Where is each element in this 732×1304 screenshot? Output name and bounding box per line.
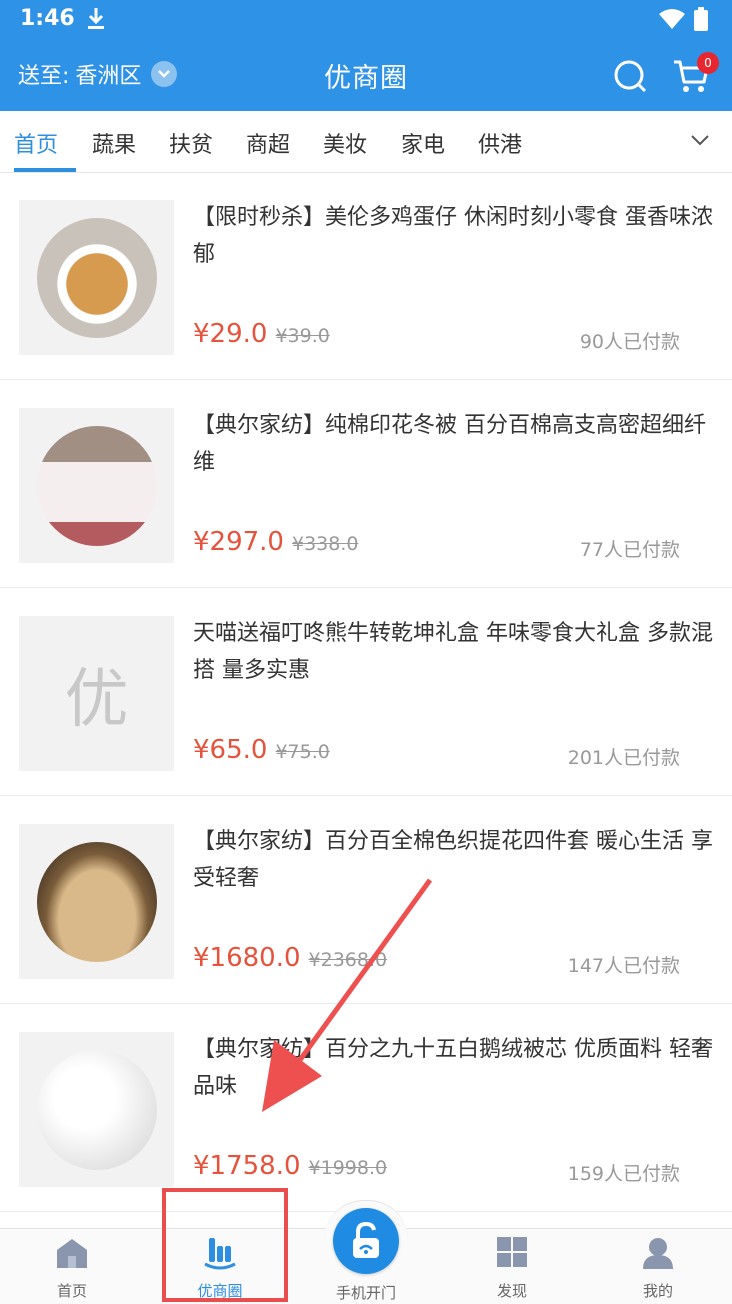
sold-count: 201人已付款 [567, 747, 680, 769]
current-price: ¥297.0 [193, 527, 284, 557]
tab-home[interactable]: 首页 [14, 127, 58, 159]
sold-count: 147人已付款 [567, 955, 680, 977]
product-card[interactable]: 【典尔家纺】百分百全棉色织提花四件套 暖心生活 享受轻奢 ¥1680.0 ¥236… [0, 797, 732, 1004]
product-price: ¥1680.0 ¥2368.0 [193, 943, 387, 973]
home-icon [57, 1239, 87, 1268]
sold-count: 77人已付款 [579, 539, 680, 561]
product-image [19, 1032, 174, 1187]
search-icon[interactable] [612, 58, 648, 94]
nav-label: 手机开门 [335, 1284, 396, 1302]
original-price: ¥1998.0 [308, 1157, 388, 1179]
battery-icon [694, 7, 708, 31]
status-time: 1:46 [20, 6, 75, 31]
product-price: ¥297.0 ¥338.0 [193, 527, 358, 557]
unlock-icon [353, 1221, 379, 1258]
product-image [19, 200, 174, 355]
chevron-down-icon[interactable] [690, 133, 710, 147]
nav-label: 发现 [496, 1282, 527, 1300]
product-price: ¥1758.0 ¥1998.0 [193, 1151, 387, 1181]
product-card[interactable]: 【典尔家纺】纯棉印花冬被 百分百棉高支高密超细纤维 ¥297.0 ¥338.0 7… [0, 381, 732, 588]
current-price: ¥1758.0 [193, 1151, 301, 1181]
product-title: 【典尔家纺】百分之九十五白鹅绒被芯 优质面料 轻奢品味 [193, 1037, 713, 1099]
product-title: 【典尔家纺】纯棉印花冬被 百分百棉高支高密超细纤维 [193, 413, 706, 475]
nav-label: 我的 [642, 1282, 673, 1300]
highlight-box [162, 1188, 288, 1302]
product-image [19, 408, 174, 563]
original-price: ¥338.0 [291, 533, 359, 555]
product-image-placeholder: 优 [19, 616, 174, 771]
product-card[interactable]: 优 天喵送福叮咚熊牛转乾坤礼盒 年味零食大礼盒 多款混搭 量多实惠 ¥65.0 ¥… [0, 589, 732, 796]
product-image [19, 824, 174, 979]
product-title: 【限时秒杀】美伦多鸡蛋仔 休闲时刻小零食 蛋香味浓郁 [193, 205, 713, 267]
original-price: ¥75.0 [275, 741, 330, 763]
current-price: ¥29.0 [193, 319, 268, 349]
cart-badge: 0 [697, 52, 719, 74]
nav-home[interactable]: 首页 [22, 1236, 122, 1301]
category-tabs: 首页 蔬果 扶贫 商超 美妆 家电 供港 [0, 111, 732, 173]
nav-discover[interactable]: 发现 [462, 1236, 562, 1301]
wifi-icon [659, 9, 685, 29]
app-header: 1:46 送至: 香洲区 优商圈 0 [0, 0, 732, 111]
product-card[interactable]: 【典尔家纺】百分之九十五白鹅绒被芯 优质面料 轻奢品味 ¥1758.0 ¥1998… [0, 1005, 732, 1212]
original-price: ¥2368.0 [308, 949, 388, 971]
nav-profile[interactable]: 我的 [608, 1236, 708, 1301]
grid-icon [497, 1237, 527, 1267]
tab-supermarket[interactable]: 商超 [246, 127, 290, 159]
unlock-button[interactable] [333, 1208, 399, 1274]
product-card[interactable]: 【限时秒杀】美伦多鸡蛋仔 休闲时刻小零食 蛋香味浓郁 ¥29.0 ¥39.0 90… [0, 173, 732, 380]
current-price: ¥1680.0 [193, 943, 301, 973]
download-icon [88, 8, 104, 29]
status-bar: 1:46 [0, 0, 732, 40]
tab-vegetables[interactable]: 蔬果 [92, 127, 136, 159]
product-title: 【典尔家纺】百分百全棉色织提花四件套 暖心生活 享受轻奢 [193, 829, 713, 891]
current-price: ¥65.0 [193, 735, 268, 765]
placeholder-logo: 优 [64, 662, 129, 737]
sold-count: 159人已付款 [567, 1163, 680, 1185]
product-title: 天喵送福叮咚熊牛转乾坤礼盒 年味零食大礼盒 多款混搭 量多实惠 [193, 621, 713, 683]
original-price: ¥39.0 [275, 325, 330, 347]
tab-appliances[interactable]: 家电 [401, 127, 445, 159]
active-tab-indicator [14, 168, 76, 172]
product-price: ¥29.0 ¥39.0 [193, 319, 330, 349]
user-icon [643, 1238, 673, 1269]
sold-count: 90人已付款 [579, 331, 680, 353]
tab-hk-supply[interactable]: 供港 [478, 127, 522, 159]
tab-beauty[interactable]: 美妆 [323, 127, 367, 159]
tab-poverty-relief[interactable]: 扶贫 [169, 127, 213, 159]
product-price: ¥65.0 ¥75.0 [193, 735, 330, 765]
nav-label: 首页 [56, 1282, 87, 1300]
